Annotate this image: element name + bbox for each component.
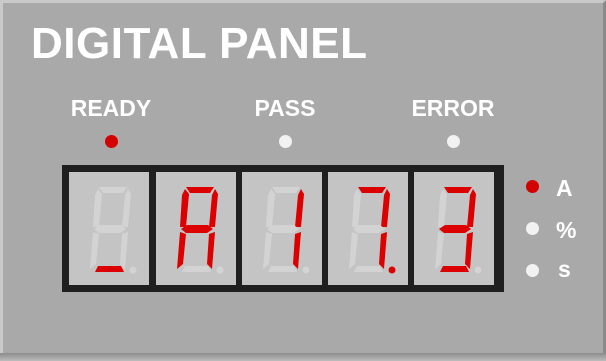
segment-e <box>435 232 444 269</box>
unit-led-a <box>526 180 539 193</box>
segment-f <box>266 189 275 227</box>
segment-d <box>182 266 211 272</box>
segment-a <box>99 187 127 193</box>
unit-label-percent: % <box>556 217 577 243</box>
seven-segment-display <box>62 165 504 292</box>
decimal-point <box>129 266 137 274</box>
status-label-pass: PASS <box>254 95 316 121</box>
unit-led-s <box>526 264 539 277</box>
segment-e <box>177 232 186 269</box>
segment-f <box>438 189 447 227</box>
segment-b <box>381 189 390 227</box>
ready-led <box>105 135 118 148</box>
digit-3 <box>242 172 322 285</box>
digital-panel: DIGITAL PANEL READY PASS ERROR A % s <box>0 0 606 355</box>
segment-f <box>93 189 102 227</box>
segment-g <box>94 225 126 233</box>
segment-d <box>268 266 297 272</box>
segment-c <box>120 232 128 269</box>
status-label-error: ERROR <box>411 95 495 121</box>
decimal-point <box>388 266 396 274</box>
digit-4 <box>328 172 408 285</box>
digit-glyph-3 <box>263 187 310 274</box>
segment-d <box>354 266 383 272</box>
pass-led <box>279 135 292 148</box>
segment-e <box>90 232 99 269</box>
decimal-point <box>302 266 310 274</box>
segment-c <box>465 232 473 269</box>
segment-e <box>349 232 358 269</box>
segment-a <box>272 187 300 193</box>
segment-f <box>352 189 361 227</box>
error-led <box>447 135 460 148</box>
digit-glyph-1 <box>90 187 137 274</box>
segment-a <box>444 187 472 193</box>
segment-a <box>358 187 386 193</box>
segment-c <box>379 232 387 269</box>
segment-b <box>122 189 131 227</box>
segment-f <box>180 189 189 227</box>
segment-c <box>293 232 301 269</box>
segment-g <box>267 225 299 233</box>
segment-b <box>295 189 304 227</box>
segment-d <box>95 266 124 272</box>
digit-glyph-2 <box>177 187 224 274</box>
panel-bottom-edge <box>0 353 606 361</box>
decimal-point <box>216 266 224 274</box>
unit-led-percent <box>526 222 539 235</box>
unit-label-s: s <box>558 256 571 282</box>
panel-title: DIGITAL PANEL <box>31 19 368 68</box>
segment-g <box>353 225 385 233</box>
segment-b <box>467 189 476 227</box>
digit-glyph-4 <box>349 187 396 274</box>
segment-g <box>181 225 213 233</box>
digit-1 <box>69 172 149 285</box>
segment-d <box>440 266 469 272</box>
digit-5 <box>414 172 494 285</box>
decimal-point <box>474 266 482 274</box>
digit-2 <box>156 172 236 285</box>
segment-e <box>263 232 272 269</box>
segment-c <box>207 232 215 269</box>
segment-a <box>186 187 214 193</box>
digit-glyph-5 <box>435 187 482 274</box>
status-label-ready: READY <box>70 95 152 121</box>
unit-label-a: A <box>556 175 573 201</box>
segment-b <box>209 189 218 227</box>
segment-g <box>439 225 471 233</box>
